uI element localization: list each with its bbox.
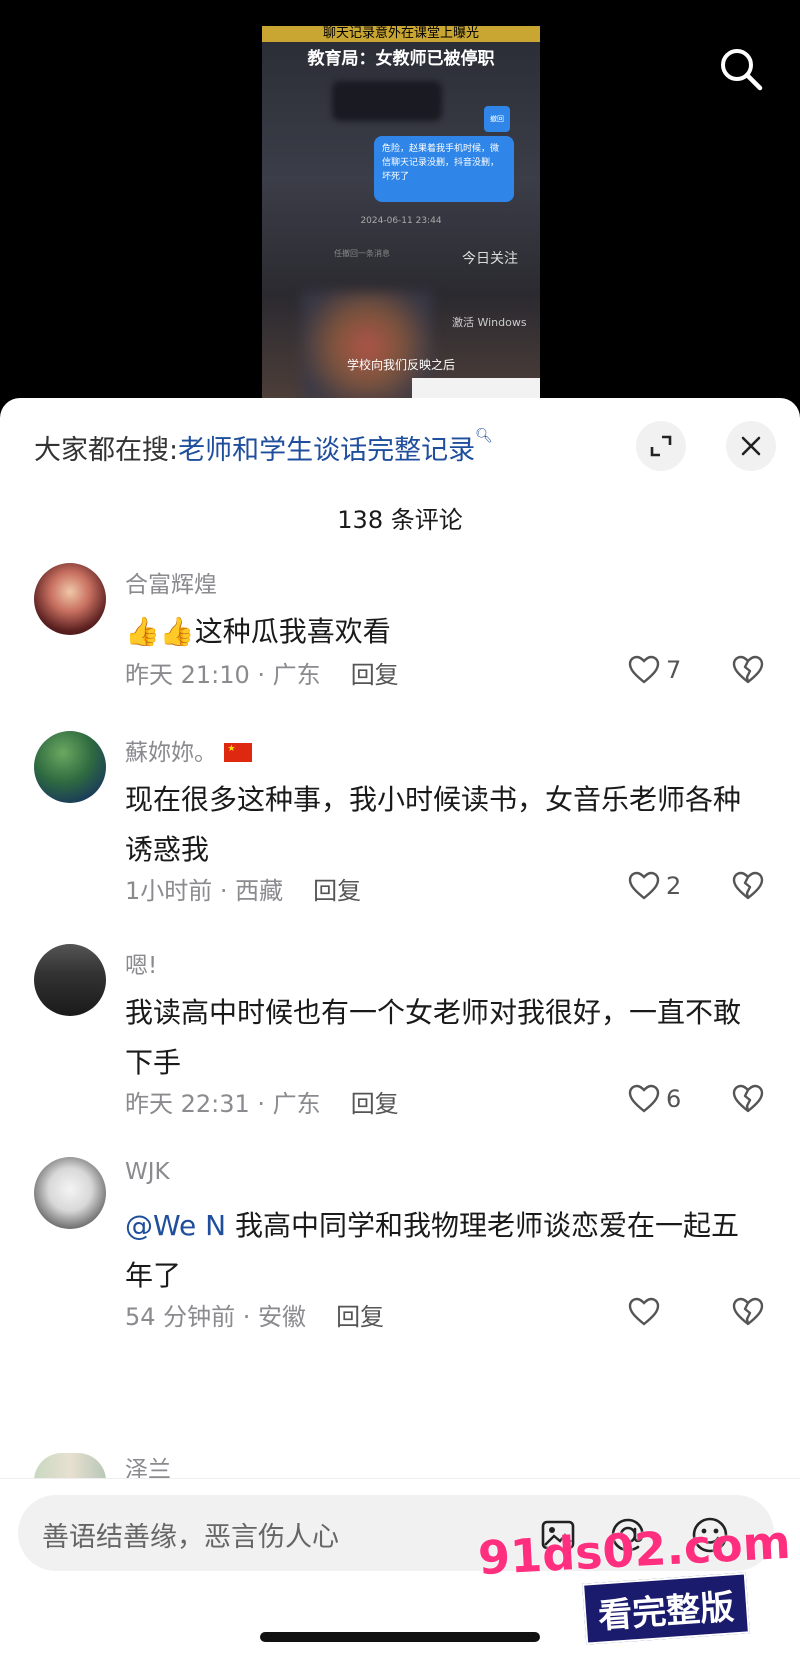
video-caption: 教育局：女教师已被停职 [307, 49, 495, 69]
comment-author-name: 蘇妳妳。 [125, 740, 217, 766]
close-icon [741, 436, 761, 456]
heart-icon [628, 655, 660, 684]
reply-button[interactable]: 回复 [351, 1090, 399, 1118]
comment-input-placeholder: 善语结善缘，恶言伤人心 [42, 1522, 339, 1553]
blurred-region [332, 81, 442, 121]
hot-search-prefix: 大家都在搜: [34, 435, 179, 466]
comment-time: 昨天 21:10 · 广东 [125, 661, 321, 689]
avatar[interactable] [34, 563, 106, 635]
comment-author[interactable]: 嗯! [125, 946, 157, 980]
video-small-bubble: 撤回 [484, 106, 510, 132]
reply-button[interactable]: 回复 [336, 1303, 384, 1331]
comment-time: 昨天 22:31 · 广东 [125, 1090, 321, 1118]
comment-meta: 昨天 22:31 · 广东 回复 [125, 1084, 399, 1119]
video-date: 2024-06-11 23:44 [360, 216, 442, 226]
watermark-tag: 看完整版 [582, 1572, 750, 1645]
like-button[interactable]: 7 [628, 655, 681, 685]
like-button[interactable]: 6 [628, 1084, 681, 1114]
comment-time: 54 分钟前 · 安徽 [125, 1303, 307, 1331]
reply-button[interactable]: 回复 [351, 661, 399, 689]
china-flag-icon: ★ [224, 743, 253, 762]
dislike-button[interactable] [732, 1297, 764, 1331]
expand-icon [650, 435, 672, 457]
video-frame[interactable]: 聊天记录意外在课堂上曝光 教育局：女教师已被停职 撤回 危险，赵果着我手机时候，… [262, 26, 540, 410]
heart-icon [628, 871, 660, 900]
mention-link[interactable]: @We N [125, 1209, 226, 1242]
comment-time: 1小时前 · 西藏 [125, 877, 284, 905]
comment-body: 这种瓜我喜欢看 [194, 615, 391, 648]
comment-meta: 昨天 21:10 · 广东 回复 [125, 655, 399, 690]
hot-search[interactable]: 大家都在搜:老师和学生谈话完整记录🔍︎ [34, 428, 493, 467]
broken-heart-icon [732, 1297, 764, 1326]
dislike-button[interactable] [732, 655, 764, 689]
expand-button[interactable] [636, 421, 686, 471]
avatar[interactable] [34, 731, 106, 803]
like-count: 2 [666, 872, 682, 900]
avatar[interactable] [34, 1453, 106, 1481]
close-button[interactable] [726, 421, 776, 471]
comment-text: 👍👍这种瓜我喜欢看 [125, 607, 765, 657]
heart-icon [628, 1084, 660, 1113]
comment-sheet: 大家都在搜:老师和学生谈话完整记录🔍︎ 138 条评论 合富辉煌 👍👍这种瓜我喜… [0, 398, 800, 1662]
video-watermark: 今日关注 [462, 251, 518, 267]
search-button[interactable] [716, 44, 766, 94]
hot-search-query[interactable]: 老师和学生谈话完整记录 [178, 435, 475, 466]
comment-count: 138 条评论 [337, 506, 463, 534]
like-count: 7 [666, 656, 682, 684]
like-button[interactable]: 2 [628, 871, 681, 901]
video-windows-text: 激活 Windows [452, 316, 527, 329]
search-small-icon: 🔍︎ [475, 428, 493, 444]
comment-author[interactable]: WJK [125, 1159, 170, 1185]
comment-text: 我读高中时候也有一个女老师对我很好，一直不敢下手 [125, 996, 742, 1079]
video-subtitle: 学校向我们反映之后 [346, 358, 455, 372]
comment-author[interactable]: 合富辉煌 [125, 565, 217, 599]
comment-meta: 1小时前 · 西藏 回复 [125, 871, 361, 906]
broken-heart-icon [732, 871, 764, 900]
home-indicator [260, 1632, 540, 1642]
avatar[interactable] [34, 1157, 106, 1229]
like-count: 6 [666, 1085, 682, 1113]
video-recall-note: 任撤回一条消息 [334, 249, 390, 258]
video-player[interactable]: 聊天记录意外在课堂上曝光 教育局：女教师已被停职 撤回 危险，赵果着我手机时候，… [0, 0, 800, 410]
comment-author[interactable]: 泽兰 [125, 1450, 171, 1478]
comment-author[interactable]: 蘇妳妳。 ★ [125, 733, 253, 767]
video-top-text: 聊天记录意外在课堂上曝光 [262, 26, 540, 42]
dislike-button[interactable] [732, 1084, 764, 1118]
comment-text: @We N 我高中同学和我物理老师谈恋爱在一起五年了 [125, 1201, 765, 1301]
broken-heart-icon [732, 1084, 764, 1113]
search-icon [721, 49, 763, 91]
video-chat-bubble: 危险，赵果着我手机时候，微信聊天记录没删，抖音没删，坏死了 [374, 136, 514, 202]
avatar[interactable] [34, 944, 106, 1016]
comment-meta: 54 分钟前 · 安徽 回复 [125, 1297, 384, 1332]
reply-button[interactable]: 回复 [313, 877, 361, 905]
like-button[interactable] [628, 1297, 666, 1327]
thumbs-up-emoji: 👍👍 [125, 615, 195, 648]
broken-heart-icon [732, 655, 764, 684]
comment-text: 现在很多这种事，我小时候读书，女音乐老师各种诱惑我 [125, 783, 742, 866]
dislike-button[interactable] [732, 871, 764, 905]
heart-icon [628, 1297, 660, 1326]
